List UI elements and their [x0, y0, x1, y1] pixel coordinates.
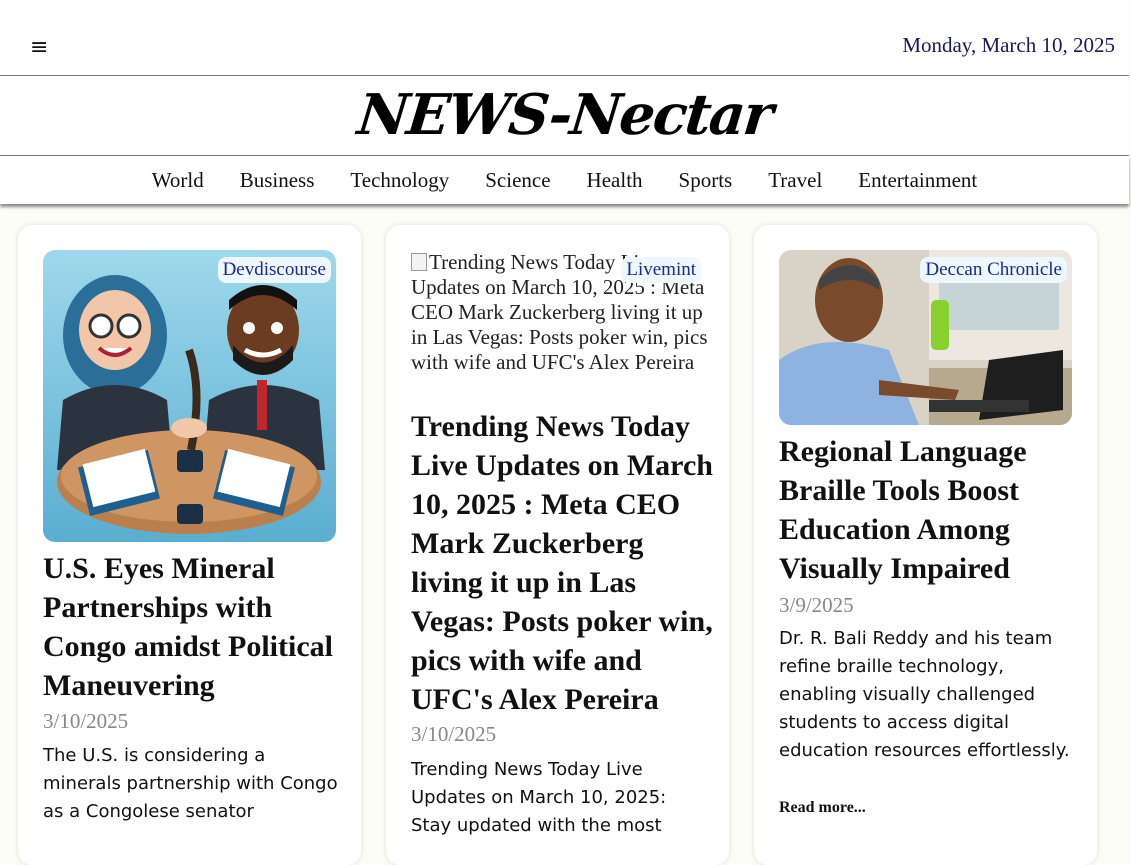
top-bar: ≡ Monday, March 10, 2025: [0, 0, 1129, 76]
article-date: 3/10/2025: [43, 709, 129, 733]
article-card[interactable]: Devdiscourse U.S. Eyes Mineral Partnersh…: [18, 225, 361, 865]
source-badge: Devdiscourse: [217, 257, 331, 283]
article-card[interactable]: Deccan Chronicle Regional Language Brail…: [754, 225, 1097, 865]
nav-item-sports[interactable]: Sports: [679, 156, 733, 204]
handshake-cartoon-image[interactable]: [43, 250, 336, 542]
source-badge: Livemint: [621, 257, 701, 283]
nav-item-health[interactable]: Health: [587, 156, 643, 204]
article-summary: Trending News Today Live Updates on Marc…: [411, 759, 667, 836]
source-badge: Deccan Chronicle: [920, 257, 1067, 283]
article-title[interactable]: Trending News Today Live Updates on Marc…: [411, 407, 716, 719]
article-date: 3/10/2025: [411, 722, 497, 746]
article-summary: The U.S. is considering a minerals partn…: [43, 745, 338, 822]
broken-image-icon: [411, 253, 427, 271]
current-date: Monday, March 10, 2025: [902, 33, 1115, 57]
article-title[interactable]: Regional Language Braille Tools Boost Ed…: [779, 432, 1079, 588]
nav-item-science[interactable]: Science: [485, 156, 550, 204]
site-logo[interactable]: NEWS-Nectar: [354, 76, 775, 155]
masthead: NEWS-Nectar: [0, 76, 1129, 156]
nav-item-technology[interactable]: Technology: [350, 156, 449, 204]
article-summary: Dr. R. Bali Reddy and his team refine br…: [779, 628, 1070, 761]
read-more-link[interactable]: Read more...: [779, 799, 866, 817]
handshake-cartoon-icon: [43, 250, 336, 542]
article-title[interactable]: U.S. Eyes Mineral Partnerships with Cong…: [43, 549, 343, 705]
nav-item-business[interactable]: Business: [240, 156, 315, 204]
category-nav: World Business Technology Science Health…: [0, 156, 1129, 204]
article-card[interactable]: Trending News Today Live Updates on Marc…: [386, 225, 729, 865]
nav-item-world[interactable]: World: [152, 156, 204, 204]
article-date: 3/9/2025: [779, 593, 854, 617]
hamburger-menu-icon[interactable]: ≡: [30, 36, 48, 60]
nav-item-entertainment[interactable]: Entertainment: [858, 156, 977, 204]
nav-item-travel[interactable]: Travel: [768, 156, 822, 204]
